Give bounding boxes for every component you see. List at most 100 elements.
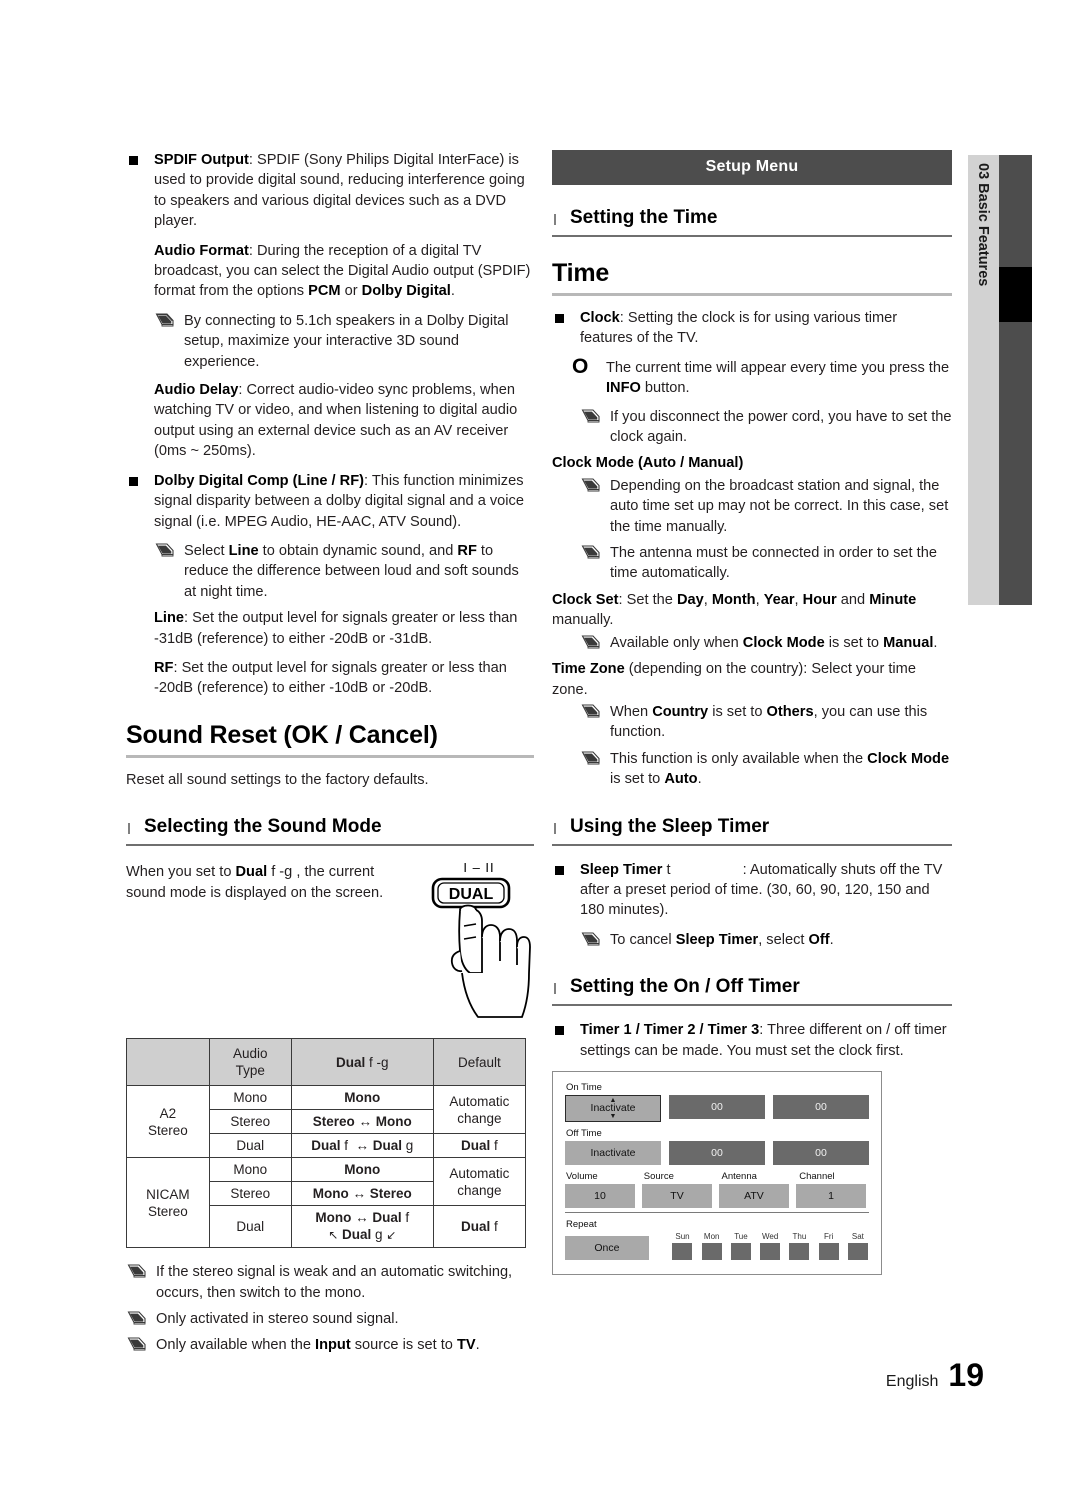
table-note-1-text: If the stereo signal is weak and an auto… [156,1264,513,1301]
clock-set-title: Clock Set [552,591,619,608]
svg-text:DUAL: DUAL [449,886,494,903]
osd-values-row: 10 TV ATV 1 [565,1183,869,1208]
audio-format-option-dolby: Dolby Digital [361,283,451,300]
clock-info-note-end: button. [640,380,690,397]
table-cell-default: Dual f [432,1133,527,1159]
clock-text: Clock: Setting the clock is for using va… [580,308,952,349]
time-zone-note-2-mid: is set to [610,771,665,788]
page-footer: English 19 [886,1357,984,1394]
sound-mode-text-dual: Dual [235,864,268,881]
source-field[interactable]: TV [642,1183,712,1208]
repeat-label: Repeat [566,1218,597,1230]
audio-delay-title: Audio Delay [154,382,239,399]
channel-label: Channel [799,1170,835,1182]
day-checkbox-mon[interactable] [701,1242,722,1260]
day-checkbox-fri[interactable] [818,1242,839,1260]
day-label-thu: Thu [792,1231,807,1241]
day-toggle-sun[interactable]: Sun [671,1232,693,1260]
timer-osd-panel: On Time ▲ Inactivate ▼ 00 00 Off Time In… [552,1070,882,1275]
table-cell-type: Stereo [208,1181,292,1207]
sleep-timer-note-end: . [829,931,834,948]
table-cell-group-nicam: NICAM Stereo [126,1157,210,1249]
square-bullet-icon [129,156,138,165]
sleep-timer-note-off: Off [808,931,830,948]
audio-type-table: Audio Type Dual f -g Default A2 Stereo Mon… [126,1038,527,1249]
chapter-side-tab-label: 03 Basic Features [975,163,991,287]
clock-set-note-pre: Available only when [610,634,743,651]
sleep-timer-note-label: Sleep Timer [675,931,759,948]
off-time-hour-field[interactable]: 00 [669,1140,765,1165]
sound-mode-text: When you set to Dual f -g , the current … [126,860,414,912]
off-time-minute-field[interactable]: 00 [773,1140,869,1165]
day-checkbox-thu[interactable] [789,1242,810,1260]
day-toggle-wed[interactable]: Wed [759,1232,781,1260]
heading-tick-icon [554,818,556,838]
table-note-2-text: Only activated in stereo sound signal. [156,1310,399,1327]
day-toggle-thu[interactable]: Thu [788,1232,810,1260]
on-time-hour-field[interactable]: 00 [669,1094,766,1119]
clock-body: : Setting the clock is for using various… [580,310,898,347]
day-toggle-sat[interactable]: Sat [847,1232,869,1260]
table-cell-dual: Mono [290,1085,434,1111]
on-time-row: ▲ Inactivate ▼ 00 00 [565,1094,869,1122]
sleep-timer-note: To cancel Sleep Timer, select Off. [580,930,952,950]
clock-set-text: Clock Set: Set the Day, Month, Year, Hou… [552,591,917,629]
day-toggle-fri[interactable]: Fri [818,1232,840,1260]
clock-mode-title: Clock Mode (Auto / Manual) [552,455,744,472]
sleep-timer-title: Sleep Timer [580,861,663,878]
clock-set-note: Available only when Clock Mode is set to… [580,633,952,653]
on-time-state-stepper[interactable]: ▲ Inactivate ▼ [565,1094,662,1122]
channel-field[interactable]: 1 [796,1183,866,1208]
time-zone-text: Time Zone (depending on the country): Se… [552,659,952,700]
day-checkbox-sun[interactable] [672,1242,693,1260]
day-checkbox-tue[interactable] [730,1242,751,1260]
clock-info-note: O The current time will appear every tim… [564,356,952,399]
clock-bullet: Clock: Setting the clock is for using va… [552,308,952,349]
table-cell-default: Automatic change [432,1157,527,1207]
footer-language: English [885,1373,939,1390]
day-checkbox-sat[interactable] [847,1242,868,1260]
heading-tick-icon [554,210,556,229]
day-toggle-mon[interactable]: Mon [701,1232,723,1260]
antenna-field[interactable]: ATV [719,1183,789,1208]
table-note-3-tv: TV [456,1337,476,1354]
audio-format-note: By connecting to 5.1ch speakers in a Dol… [154,311,534,372]
chapter-side-tab: 03 Basic Features [968,155,999,605]
spdif-output-text: SPDIF Output: SPDIF (Sony Philips Digita… [154,150,534,232]
pencil-icon [580,703,602,719]
clock-set-minute: Minute [869,591,917,608]
sleep-timer-note-mid: , select [758,931,809,948]
audio-format-block: Audio Format: During the reception of a … [126,241,534,372]
square-bullet-icon [555,1026,564,1036]
time-zone-note-2-mode: Clock Mode [867,750,950,767]
pencil-icon [580,408,602,424]
table-note-3-input: Input [315,1337,351,1354]
clock-title: Clock [580,310,620,326]
pencil-icon [126,1263,148,1279]
dolby-comp-note-pre: Select [184,542,229,559]
table-header-row: Audio Type Dual f -g Default [126,1038,527,1087]
dolby-comp-note-rf: RF [457,542,477,559]
on-time-minute-field[interactable]: 00 [773,1094,869,1119]
left-column: SPDIF Output: SPDIF (Sony Philips Digita… [126,150,534,1362]
off-time-state-field[interactable]: Inactivate [565,1140,661,1165]
dolby-comp-rf-text: RF: Set the output level for signals gre… [154,658,534,699]
pencil-icon [580,477,602,493]
volume-label: Volume [566,1170,598,1182]
chapter-sidebar-marker [999,267,1032,322]
osd-divider [565,1211,869,1213]
dolby-comp-note: Select Line to obtain dynamic sound, and… [154,541,534,602]
table-cell-dual: Mono ↔ Stereo [290,1181,434,1207]
table-row: A2 Stereo Mono Mono Automatic change [126,1085,527,1159]
arrow-up-icon[interactable]: ▲ [610,1097,617,1104]
sleep-timer-heading: Using the Sleep Timer [552,816,952,846]
repeat-field[interactable]: Once [565,1235,649,1260]
volume-field[interactable]: 10 [565,1183,635,1208]
day-checkbox-wed[interactable] [760,1242,781,1260]
sound-mode-heading: Selecting the Sound Mode [126,816,534,847]
day-label-sun: Sun [675,1231,690,1241]
dolby-comp-line-text: Line: Set the output level for signals g… [154,608,534,649]
arrow-down-icon[interactable]: ▼ [610,1113,617,1120]
day-toggle-tue[interactable]: Tue [730,1232,752,1260]
time-zone-note-1-mid: is set to [708,703,767,720]
